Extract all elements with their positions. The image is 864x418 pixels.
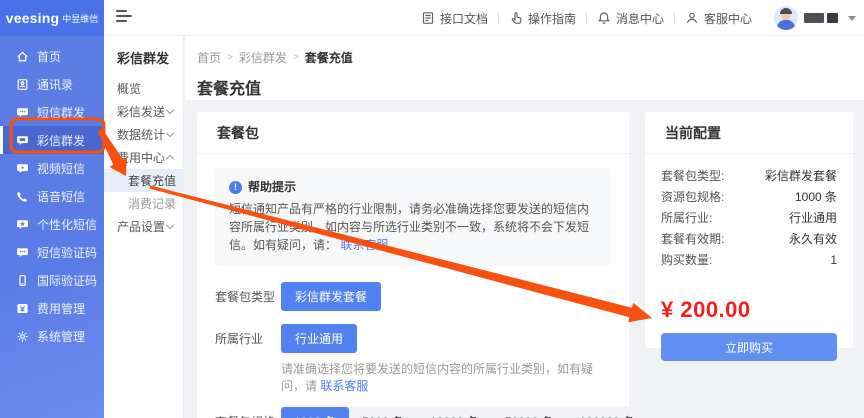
secondary-sidebar: 彩信群发 概览 彩信发送 数据统计 费用中心 套餐充值 消费记录 产品设置 — [104, 36, 184, 418]
billing-icon — [17, 303, 28, 313]
api-doc-icon — [422, 12, 434, 24]
sidebar-item-billing[interactable]: 费用管理 — [0, 294, 104, 322]
guide-label: 操作指南 — [527, 11, 576, 26]
chevron-down-icon — [165, 128, 175, 138]
config-row-industry: 所属行业: 行业通用 — [661, 211, 837, 225]
intl-code-icon — [19, 274, 26, 286]
config-card-title: 当前配置 — [645, 112, 853, 154]
spec-option-10000[interactable]: 10000 条 — [417, 407, 492, 418]
support-icon — [686, 12, 698, 24]
package-card: 套餐包 ! 帮助提示 短信通知产品有严格的行业限制，请务必准确选择您要发送的短信… — [197, 112, 648, 418]
chevron-down-icon — [165, 220, 175, 230]
personalized-sms-icon — [17, 219, 28, 229]
message-center-label: 消息中心 — [615, 11, 664, 26]
sms-code-icon — [17, 247, 28, 257]
breadcrumb-current: 套餐充值 — [304, 51, 353, 65]
bell-icon — [598, 12, 610, 24]
submenu-item-data-stats[interactable]: 数据统计 — [104, 123, 183, 146]
submenu-item-product-settings[interactable]: 产品设置 — [104, 215, 183, 238]
page-title: 套餐充值 — [197, 81, 262, 98]
page-topbar: 首页 > 彩信群发 > 套餐充值 套餐充值 — [185, 36, 864, 100]
brand-suffix: 中昱维信 — [62, 13, 99, 24]
brand-logo[interactable]: veesing 中昱维信 — [0, 0, 104, 36]
header-actions: 接口文档 操作指南 消息中心 客服中心 — [411, 0, 856, 36]
submenu-item-consumption-records[interactable]: 消费记录 — [104, 192, 183, 215]
help-notice: ! 帮助提示 短信通知产品有严格的行业限制，请务必准确选择您要发送的短信内容所属… — [215, 168, 611, 266]
sidebar-item-sms-code[interactable]: 短信验证码 — [0, 238, 104, 266]
sidebar-item-personalized-sms[interactable]: 个性化短信 — [0, 210, 104, 238]
support-center-label: 客服中心 — [703, 11, 752, 26]
breadcrumb-home[interactable]: 首页 — [197, 49, 221, 66]
user-avatar[interactable] — [774, 6, 798, 30]
sidebar-item-home[interactable]: 首页 — [0, 42, 104, 70]
contacts-icon — [17, 78, 28, 90]
chevron-down-icon — [165, 105, 175, 115]
user-name-redacted — [804, 13, 838, 23]
sidebar-item-settings[interactable]: 系统管理 — [0, 322, 104, 350]
message-center-button[interactable]: 消息中心 — [587, 10, 674, 27]
sidebar-item-contacts[interactable]: 通讯录 — [0, 70, 104, 98]
industry-option[interactable]: 行业通用 — [281, 324, 358, 353]
submenu-item-mms-send[interactable]: 彩信发送 — [104, 100, 183, 123]
sidebar-item-video-sms[interactable]: 视频短信 — [0, 154, 104, 182]
industry-label: 所属行业 — [215, 332, 264, 346]
mms-bulk-icon — [17, 135, 28, 145]
sidebar-item-sms-bulk[interactable]: 短信群发 — [0, 98, 104, 126]
sms-bulk-icon — [17, 107, 28, 117]
user-menu-caret-icon[interactable] — [848, 15, 856, 21]
guide-hand-icon — [511, 12, 522, 24]
breadcrumb-separator: > — [227, 52, 233, 63]
content-area: 套餐包 ! 帮助提示 短信通知产品有严格的行业限制，请务必准确选择您要发送的短信… — [185, 100, 864, 418]
guide-button[interactable]: 操作指南 — [499, 10, 586, 27]
spec-option-100000[interactable]: 100000 条 — [567, 407, 648, 418]
spec-option-5000[interactable]: 5000 条 — [349, 407, 417, 418]
contact-support-link[interactable]: 联系客服 — [340, 238, 388, 252]
breadcrumb: 首页 > 彩信群发 > 套餐充值 — [197, 49, 848, 66]
package-type-label: 套餐包类型 — [215, 290, 276, 304]
primary-sidebar: 首页 通讯录 短信群发 彩信群发 视频短信 语音短信 个性化短信 短信验证码 国… — [0, 36, 104, 418]
package-type-option[interactable]: 彩信群发套餐 — [281, 282, 382, 311]
submenu-item-package-recharge[interactable]: 套餐充值 — [104, 169, 183, 192]
help-notice-title: 帮助提示 — [248, 180, 297, 194]
video-sms-icon — [17, 163, 28, 173]
breadcrumb-separator: > — [292, 52, 299, 63]
help-notice-text: 短信通知产品有严格的行业限制，请务必准确选择您要发送的短信内容所属行业类别，如内… — [229, 202, 590, 252]
buy-now-button[interactable]: 立即购买 — [661, 333, 837, 361]
info-icon: ! — [229, 180, 242, 194]
spec-label: 套餐包规格 — [215, 407, 281, 418]
voice-sms-icon — [17, 191, 28, 202]
api-docs-label: 接口文档 — [439, 11, 488, 26]
sidebar-item-intl-code[interactable]: 国际验证码 — [0, 266, 104, 294]
app-window: veesing 中昱维信 接口文档 操作指南 消息中心 客服中心 首页 通讯录 … — [0, 0, 864, 418]
package-card-title: 套餐包 — [197, 112, 629, 154]
top-header: veesing 中昱维信 接口文档 操作指南 消息中心 客服中心 — [0, 0, 864, 36]
brand-name: veesing — [5, 10, 60, 26]
spec-options: 1000 条 5000 条 10000 条 50000 条 100000 条 2… — [281, 407, 648, 418]
spec-option-50000[interactable]: 50000 条 — [492, 407, 567, 418]
config-row-spec: 资源包规格: 1000 条 — [661, 190, 837, 204]
settings-icon — [17, 330, 28, 342]
home-icon — [17, 51, 28, 61]
secondary-sidebar-title: 彩信群发 — [117, 51, 170, 66]
main-area: 首页 > 彩信群发 > 套餐充值 套餐充值 套餐包 ! 帮助提示 短信通知产品有… — [185, 36, 864, 418]
api-docs-button[interactable]: 接口文档 — [411, 10, 498, 27]
breadcrumb-mms[interactable]: 彩信群发 — [239, 49, 287, 66]
support-center-button[interactable]: 客服中心 — [675, 10, 762, 27]
config-row-type: 套餐包类型: 彩信群发套餐 — [661, 169, 837, 183]
chevron-up-icon — [165, 154, 175, 164]
total-price: ¥ 200.00 — [661, 297, 751, 322]
spec-option-1000[interactable]: 1000 条 — [281, 407, 350, 418]
package-form: 套餐包类型 彩信群发套餐 所属行业 行业通用 请准确选择您将要发送的短信内容的所… — [197, 282, 648, 418]
sidebar-item-voice-sms[interactable]: 语音短信 — [0, 182, 104, 210]
sidebar-item-mms-bulk[interactable]: 彩信群发 — [0, 126, 104, 154]
config-row-quantity: 购买数量: 1 — [661, 253, 837, 267]
current-config-card: 当前配置 套餐包类型: 彩信群发套餐 资源包规格: 1000 条 所属行业: 行业通用… — [645, 112, 853, 361]
industry-note: 请准确选择您将要发送的短信内容的所属行业类别，如有疑问，请 联系客服 — [281, 362, 594, 393]
config-row-validity: 套餐有效期: 永久有效 — [661, 232, 837, 246]
submenu-item-cost-center[interactable]: 费用中心 — [104, 146, 183, 169]
contact-support-link[interactable]: 联系客服 — [320, 379, 368, 393]
submenu-item-overview[interactable]: 概览 — [104, 77, 183, 100]
collapse-menu-icon[interactable] — [116, 10, 134, 26]
